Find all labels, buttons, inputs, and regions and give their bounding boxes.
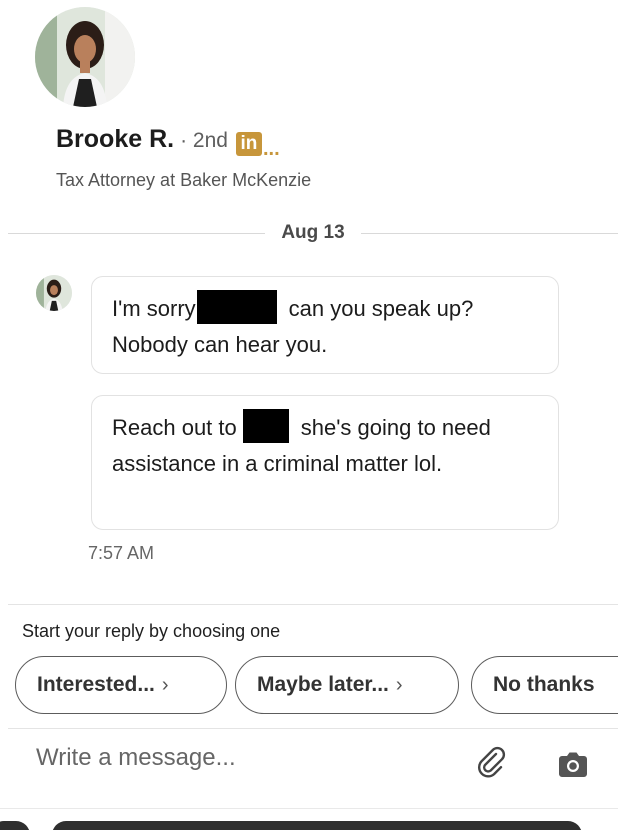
message-timestamp: 7:57 AM xyxy=(88,543,155,563)
date-divider: Aug 13 xyxy=(8,222,618,244)
redaction-box xyxy=(196,290,277,324)
reply-prompt: Start your reply by choosing one xyxy=(22,621,281,641)
chevron-right-icon: › xyxy=(395,673,403,696)
date-label: Aug 13 xyxy=(281,222,345,243)
chevron-right-icon: › xyxy=(161,673,169,696)
paperclip-icon[interactable] xyxy=(474,745,508,779)
chip-label: Maybe later... xyxy=(257,673,389,696)
camera-icon[interactable] xyxy=(556,750,590,780)
message-text: I'm sorry xyxy=(112,296,196,321)
divider-line xyxy=(360,232,618,234)
suggested-replies: Interested... › Maybe later... › No than… xyxy=(15,656,618,714)
premium-badge: in ... xyxy=(235,132,280,160)
reply-chip-maybe-later[interactable]: Maybe later... › xyxy=(235,656,459,714)
profile-avatar[interactable] xyxy=(35,7,135,107)
section-divider xyxy=(8,728,618,729)
bottom-nav-button[interactable] xyxy=(0,821,30,830)
chip-label: Interested... xyxy=(37,673,155,696)
profile-headline: Tax Attorney at Baker McKenzie xyxy=(56,170,312,190)
sender-avatar[interactable] xyxy=(36,275,72,311)
bottom-divider xyxy=(0,808,618,809)
profile-name[interactable]: Brooke R. xyxy=(56,125,174,154)
linkedin-icon: in xyxy=(235,132,262,156)
message-input[interactable]: Write a message... xyxy=(36,744,236,772)
sender-photo xyxy=(36,275,72,311)
section-divider xyxy=(8,604,618,605)
chip-label: No thanks xyxy=(493,673,595,696)
profile-name-row: Brooke R. · 2nd in ... xyxy=(56,125,280,160)
reply-chip-no-thanks[interactable]: No thanks xyxy=(471,656,618,714)
messaging-screen: Brooke R. · 2nd in ... Tax Attorney at B… xyxy=(0,0,618,830)
message-bubble[interactable]: Reach out to she's going to need assistan… xyxy=(91,395,559,530)
bottom-nav-bar[interactable] xyxy=(52,821,582,830)
reply-chip-interested[interactable]: Interested... › xyxy=(15,656,227,714)
profile-photo xyxy=(35,7,135,107)
connection-degree: · 2nd xyxy=(180,129,228,152)
divider-line xyxy=(8,232,266,234)
message-text: Reach out to xyxy=(112,415,237,440)
premium-dots: ... xyxy=(262,138,280,160)
redaction-box xyxy=(242,409,289,443)
message-bubble[interactable]: I'm sorry can you speak up? Nobody can he… xyxy=(91,276,559,374)
